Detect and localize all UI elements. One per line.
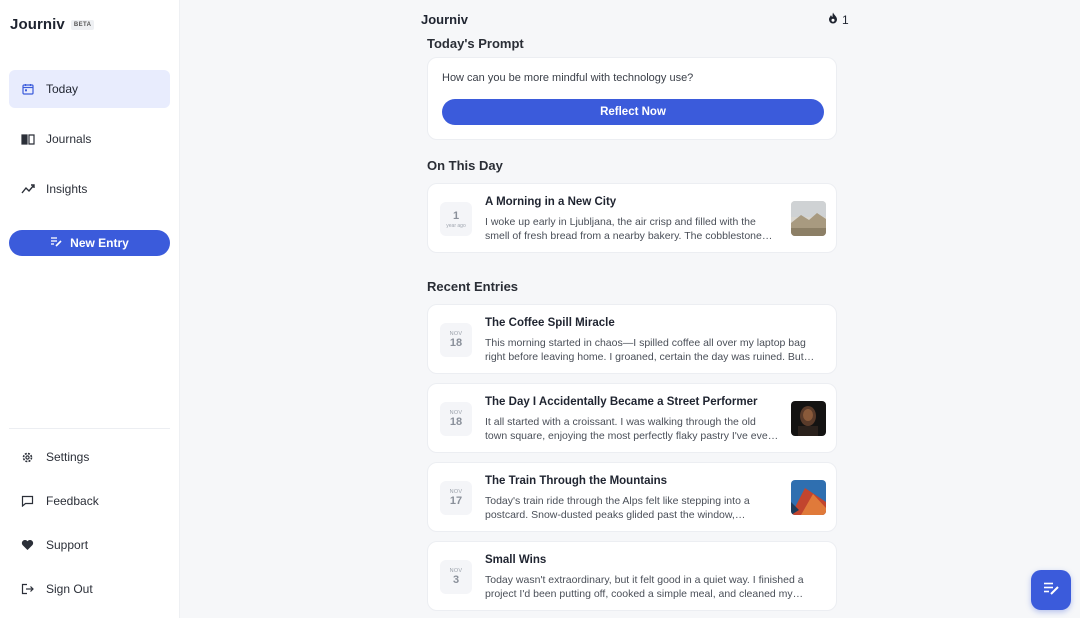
- streak-indicator[interactable]: 1: [828, 12, 849, 27]
- date-badge: NOV 18: [440, 402, 472, 436]
- streak-count: 1: [842, 12, 849, 27]
- chat-icon: [20, 494, 34, 508]
- entry-snippet: Today's train ride through the Alps felt…: [485, 495, 750, 521]
- calendar-icon: [21, 82, 35, 96]
- sidebar-item-insights[interactable]: Insights: [9, 170, 170, 208]
- list-item[interactable]: NOV 18 The Day I Accidentally Became a S…: [427, 383, 837, 453]
- entry-title: Small Wins: [485, 554, 547, 566]
- entry-title: A Morning in a New City: [485, 196, 617, 208]
- on-this-day-card[interactable]: 1 year ago A Morning in a New City I wok…: [427, 183, 837, 253]
- sidebar-divider: [9, 428, 170, 429]
- sidebar-item-label: Support: [46, 538, 89, 552]
- entry-snippet: This morning started in chaos—I spilled …: [485, 337, 815, 363]
- beta-badge: BETA: [70, 19, 95, 30]
- book-icon: [21, 132, 35, 146]
- on-this-day-section-title: On This Day: [427, 158, 503, 173]
- prompt-section-title: Today's Prompt: [427, 36, 524, 51]
- sidebar-item-label: Journals: [46, 132, 92, 146]
- sidebar-item-signout[interactable]: Sign Out: [20, 578, 99, 600]
- entry-snippet: Today wasn't extraordinary, but it felt …: [485, 574, 804, 600]
- page-title: Journiv: [421, 12, 468, 27]
- date-number: 18: [449, 415, 463, 428]
- entry-thumbnail: [791, 401, 826, 436]
- list-item[interactable]: NOV 18 The Coffee Spill Miracle This mor…: [427, 304, 837, 374]
- prompt-question: How can you be more mindful with technol…: [442, 72, 694, 84]
- app-name: Journiv: [10, 16, 65, 33]
- prompt-card: How can you be more mindful with technol…: [427, 57, 837, 140]
- edit-note-icon: [50, 236, 62, 250]
- flame-icon: [828, 12, 838, 27]
- date-badge: 1 year ago: [440, 202, 472, 236]
- date-number: 17: [449, 494, 463, 507]
- gear-icon: [20, 450, 34, 464]
- sidebar-item-settings[interactable]: Settings: [20, 446, 99, 468]
- date-badge: NOV 18: [440, 323, 472, 357]
- new-entry-button[interactable]: New Entry: [9, 230, 170, 256]
- sidebar-item-today[interactable]: Today: [9, 70, 170, 108]
- brand: Journiv BETA: [10, 16, 95, 33]
- signout-icon: [20, 582, 34, 596]
- entry-title: The Day I Accidentally Became a Street P…: [485, 396, 758, 408]
- sidebar-item-feedback[interactable]: Feedback: [20, 490, 99, 512]
- new-entry-label: New Entry: [70, 236, 129, 250]
- date-badge: NOV 17: [440, 481, 472, 515]
- date-number: 1: [452, 209, 460, 222]
- entry-title: The Train Through the Mountains: [485, 475, 668, 487]
- sidebar-item-label: Settings: [46, 450, 90, 464]
- list-item[interactable]: NOV 3 Small Wins Today wasn't extraordin…: [427, 541, 837, 611]
- date-number: 3: [452, 573, 460, 586]
- new-entry-fab[interactable]: [1031, 570, 1071, 610]
- recent-section-title: Recent Entries: [427, 279, 519, 294]
- date-badge: NOV 3: [440, 560, 472, 594]
- date-caption: year ago: [446, 222, 466, 229]
- date-number: 18: [449, 336, 463, 349]
- entry-title: The Coffee Spill Miracle: [485, 317, 615, 329]
- sidebar-nav: Today Journals Insights: [9, 70, 170, 220]
- sidebar-item-support[interactable]: Support: [20, 534, 99, 556]
- trend-icon: [21, 182, 35, 196]
- entry-thumbnail: [791, 480, 826, 515]
- edit-note-icon: [1043, 581, 1059, 600]
- entry-thumbnail: [791, 201, 826, 236]
- list-item[interactable]: NOV 17 The Train Through the Mountains T…: [427, 462, 837, 532]
- sidebar-bottom-nav: Settings Feedback Support Sign Out: [20, 446, 99, 618]
- reflect-now-button[interactable]: Reflect Now: [442, 99, 824, 125]
- sidebar: Journiv BETA Today Journals Insights New…: [0, 0, 180, 618]
- sidebar-item-label: Sign Out: [46, 582, 93, 596]
- sidebar-item-label: Insights: [46, 182, 88, 196]
- sidebar-item-journals[interactable]: Journals: [9, 120, 170, 158]
- entry-snippet: It all started with a croissant. I was w…: [485, 416, 772, 442]
- entry-snippet: I woke up early in Ljubljana, the air cr…: [485, 216, 762, 242]
- heart-icon: [20, 538, 34, 552]
- sidebar-item-label: Feedback: [46, 494, 99, 508]
- sidebar-item-label: Today: [46, 82, 79, 96]
